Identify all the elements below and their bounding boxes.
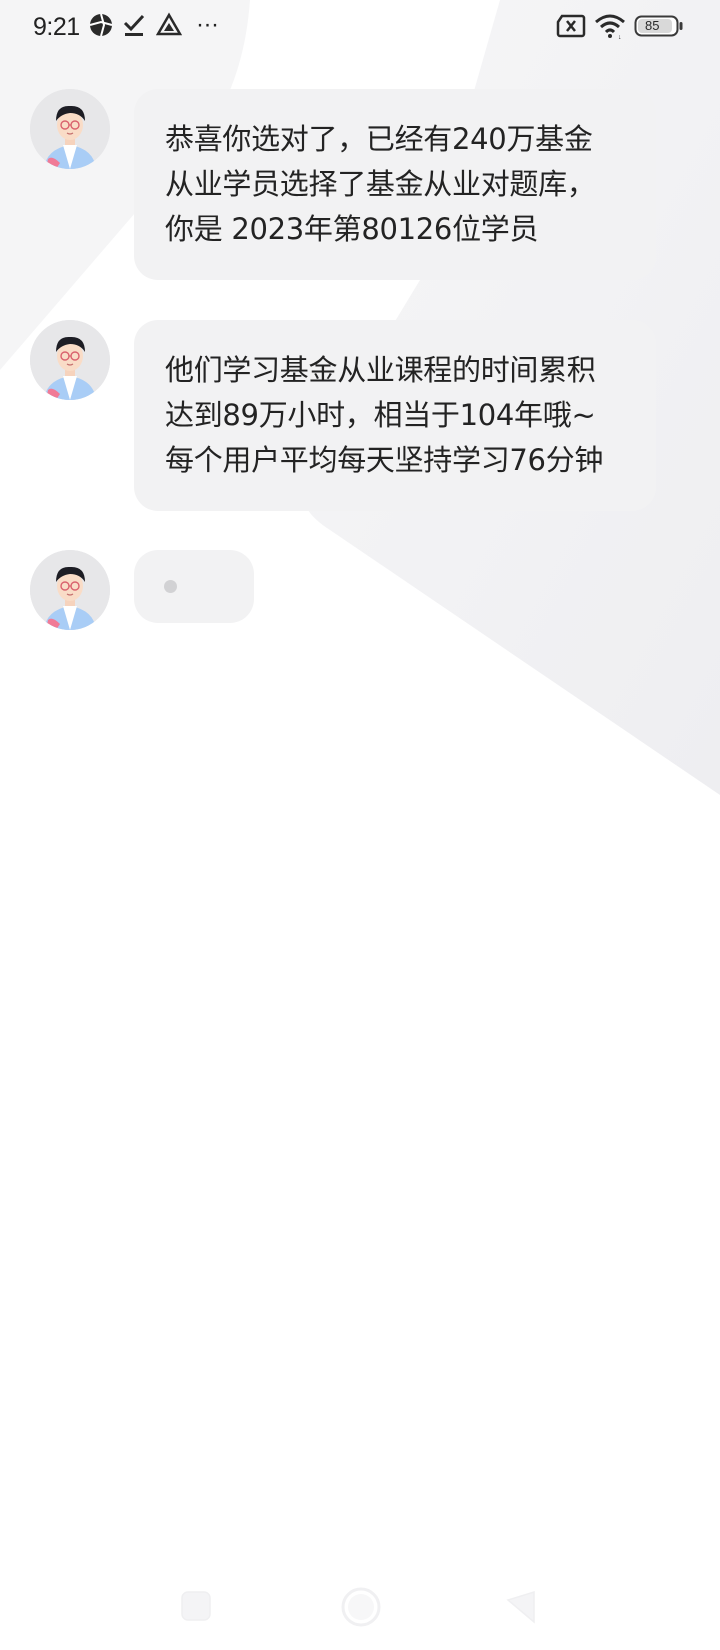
avatar[interactable]: [30, 89, 110, 169]
typing-bubble: [134, 550, 254, 623]
navigation-bar: [0, 1570, 720, 1650]
recents-square-icon[interactable]: [180, 1590, 212, 1626]
home-circle-icon[interactable]: [340, 1586, 382, 1632]
drive-icon: [155, 12, 183, 42]
message-bubble[interactable]: 恭喜你选对了，已经有240万基金 从业学员选择了基金从业对题库， 你是 2023…: [134, 89, 656, 280]
back-triangle-icon[interactable]: [504, 1590, 538, 1628]
check-download-icon: [122, 12, 146, 42]
message-text: 他们学习基金从业课程的时间累积 达到89万小时，相当于104年哦~ 每个用户平均…: [165, 353, 604, 477]
message-text: 恭喜你选对了，已经有240万基金 从业学员选择了基金从业对题库， 你是 2023…: [165, 122, 596, 246]
aperture-icon: [88, 12, 114, 42]
avatar[interactable]: [30, 550, 110, 630]
typing-dot: [164, 580, 177, 593]
message-bubble[interactable]: 他们学习基金从业课程的时间累积 达到89万小时，相当于104年哦~ 每个用户平均…: [134, 320, 656, 511]
battery-level: 85: [645, 18, 660, 33]
status-time: 9:21: [33, 13, 80, 41]
svg-text:↓: ↓: [618, 34, 622, 39]
avatar[interactable]: [30, 320, 110, 400]
more-dots: ···: [196, 11, 219, 38]
sim-none-icon: [556, 14, 586, 42]
wifi-icon: ↓: [594, 13, 626, 43]
status-bar: 9:21 ··· ↓ 85: [0, 0, 720, 56]
